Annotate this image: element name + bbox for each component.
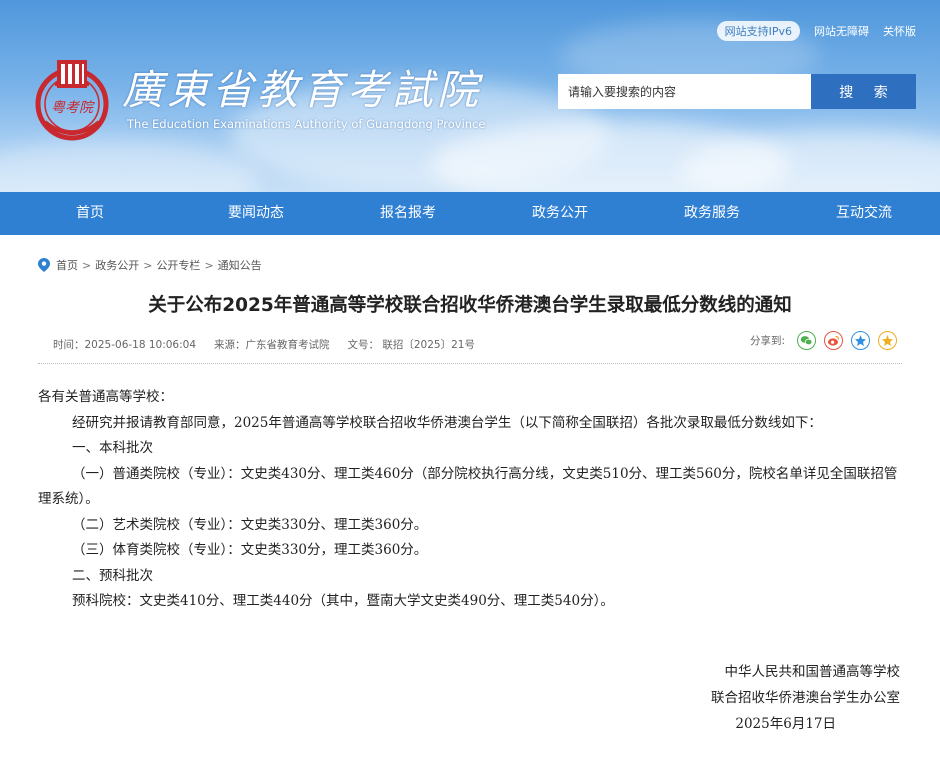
accessibility-link[interactable]: 网站无障碍 (814, 23, 869, 39)
location-pin-icon (38, 258, 50, 272)
site-title[interactable]: 廣東省教育考試院 (122, 56, 482, 116)
divider (38, 363, 902, 364)
site-subtitle: The Education Examinations Authority of … (127, 117, 486, 131)
breadcrumb-notice[interactable]: 通知公告 (218, 257, 262, 273)
nav-item-home[interactable]: 首页 (0, 192, 180, 235)
emblem-text: 粤考院 (51, 100, 95, 116)
search-bar: 搜 索 (558, 74, 916, 109)
article-source: 来源：广东省教育考试院 (214, 339, 330, 351)
site-header: 网站支持IPv6 网站无障碍 关怀版 粤考院 廣東省教育考試院 The Educ… (0, 0, 940, 192)
undergrad-sports: （三）体育类院校（专业）：文史类330分，理工类360分。 (72, 542, 428, 558)
undergrad-general: （一）普通类院校（专业）：文史类430分、理工类460分（部分院校执行高分线，文… (38, 465, 898, 508)
main-nav: 首页 要闻动态 报名报考 政务公开 政务服务 互动交流 (0, 192, 940, 235)
breadcrumb-separator: > (143, 258, 153, 272)
share-bar: 分享到: (750, 331, 905, 350)
signature-block: 中华人民共和国普通高等学校 联合招收华侨港澳台学生办公室 2025年6月17日 (711, 659, 900, 737)
article-meta: 时间：2025-06-18 10:06:04 来源：广东省教育考试院 文号： 联… (53, 337, 475, 352)
signature-line-2: 联合招收华侨港澳台学生办公室 (711, 690, 900, 706)
weibo-icon[interactable] (824, 331, 844, 350)
signature-date: 2025年6月17日 (735, 716, 836, 732)
publish-time: 时间：2025-06-18 10:06:04 (53, 339, 197, 351)
elder-mode-link[interactable]: 关怀版 (883, 23, 916, 39)
article-body: 各有关普通高等学校： 经研究并报请教育部同意，2025年普通高等学校联合招收华侨… (38, 385, 902, 615)
ipv6-badge[interactable]: 网站支持IPv6 (716, 21, 800, 41)
logo-emblem-icon[interactable]: 粤考院 (33, 52, 111, 148)
signature-line-1: 中华人民共和国普通高等学校 (724, 664, 901, 680)
search-button[interactable]: 搜 索 (811, 74, 916, 109)
section-heading-undergrad: 一、本科批次 (72, 440, 153, 456)
wechat-icon[interactable] (797, 331, 817, 350)
intro-paragraph: 经研究并报请教育部同意，2025年普通高等学校联合招收华侨港澳台学生（以下简称全… (72, 414, 822, 431)
top-links: 网站支持IPv6 网站无障碍 关怀版 (716, 21, 916, 41)
breadcrumb-public-column[interactable]: 公开专栏 (156, 257, 200, 273)
qzone-icon[interactable] (851, 331, 871, 350)
search-input[interactable] (558, 74, 811, 109)
document-number: 文号： 联招〔2025〕21号 (347, 339, 475, 351)
breadcrumb-gov-affairs[interactable]: 政务公开 (95, 257, 139, 273)
nav-item-interaction[interactable]: 互动交流 (788, 192, 940, 235)
nav-item-registration[interactable]: 报名报考 (332, 192, 484, 235)
salutation: 各有关普通高等学校： (38, 389, 173, 405)
favorite-icon[interactable] (878, 331, 898, 350)
nav-item-gov-services[interactable]: 政务服务 (636, 192, 788, 235)
undergrad-arts: （二）艺术类院校（专业）：文史类330分、理工类360分。 (72, 516, 428, 533)
nav-item-news[interactable]: 要闻动态 (180, 192, 332, 235)
nav-item-gov-affairs[interactable]: 政务公开 (484, 192, 636, 235)
share-label: 分享到: (750, 335, 786, 347)
article-container: 首页 > 政务公开 > 公开专栏 > 通知公告 关于公布2025年普通高等学校联… (0, 235, 940, 772)
section-heading-preparatory: 二、预科批次 (72, 567, 153, 584)
breadcrumb-separator: > (204, 258, 214, 272)
preparatory-paragraph: 预科院校：文史类410分、理工类440分（其中，暨南大学文史类490分、理工类5… (72, 593, 614, 609)
breadcrumb-separator: > (82, 258, 92, 272)
breadcrumb: 首页 > 政务公开 > 公开专栏 > 通知公告 (38, 257, 262, 273)
breadcrumb-home[interactable]: 首页 (56, 257, 78, 273)
article-title: 关于公布2025年普通高等学校联合招收华侨港澳台学生录取最低分数线的通知 (148, 295, 792, 316)
